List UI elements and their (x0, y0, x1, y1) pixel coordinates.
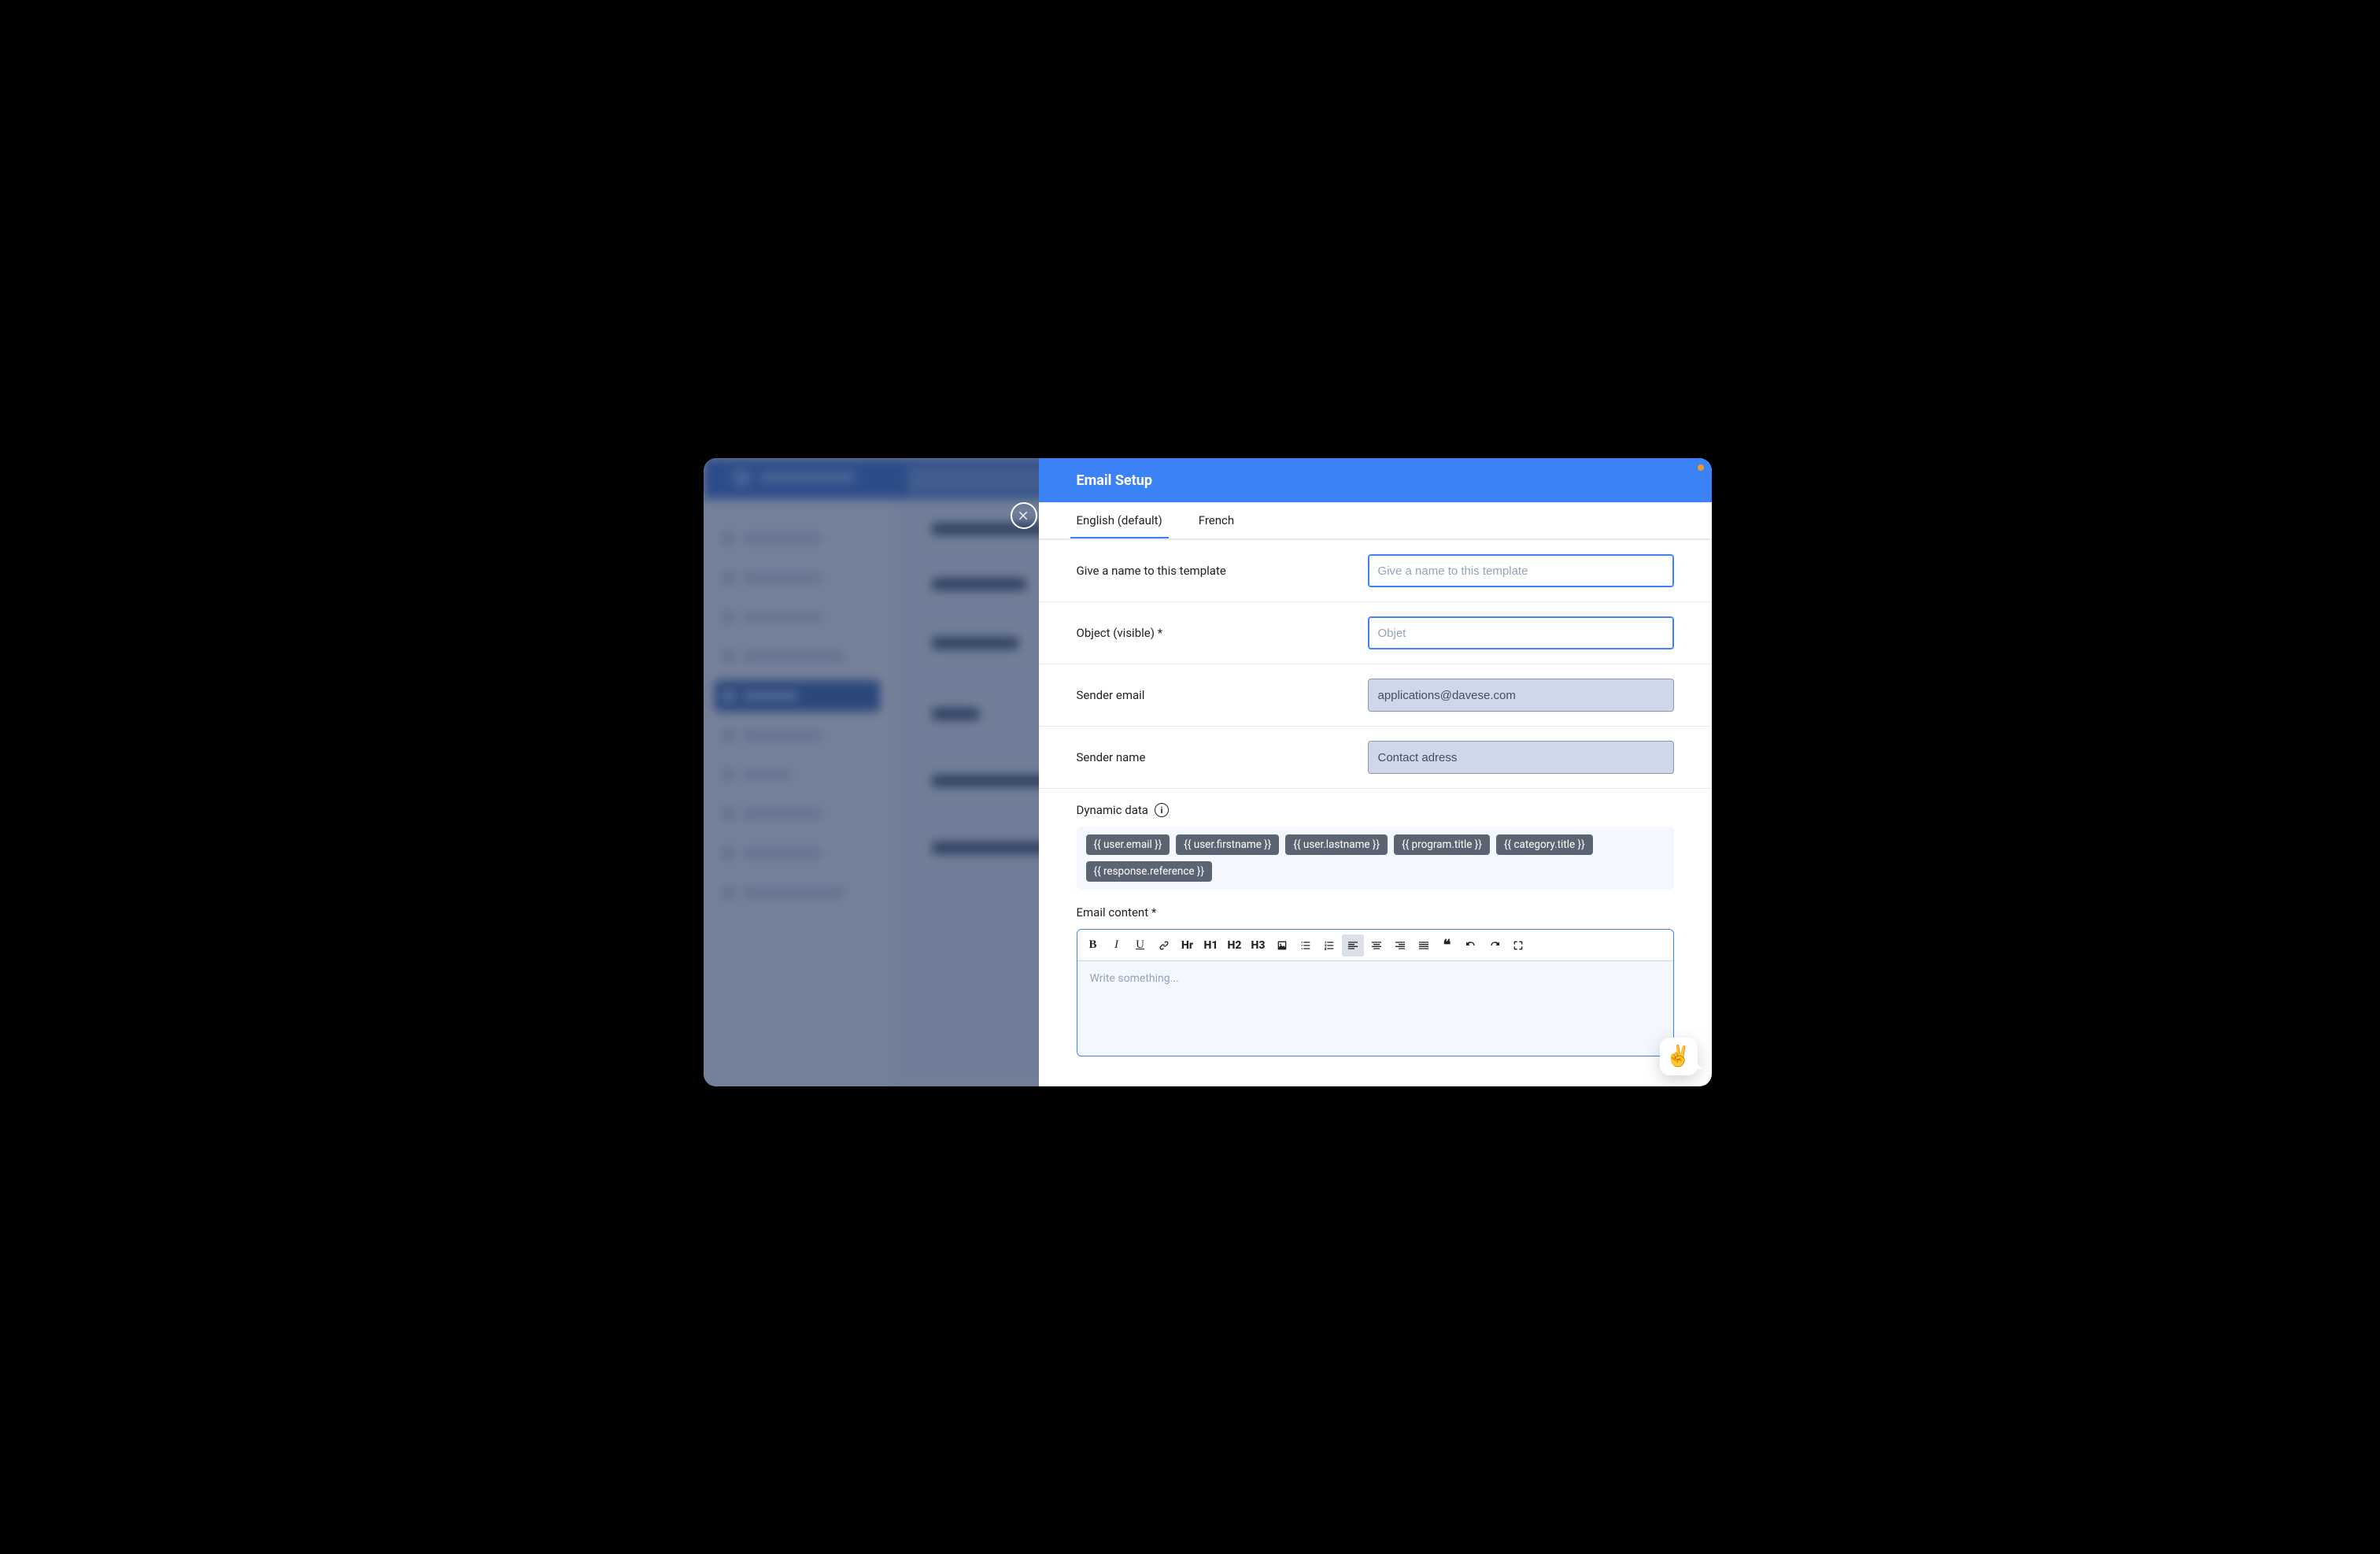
chip-program-title[interactable]: {{ program.title }} (1394, 834, 1490, 855)
fullscreen-button[interactable] (1507, 934, 1529, 956)
tab-english[interactable]: English (default) (1070, 502, 1169, 538)
chip-response-reference[interactable]: {{ response.reference }} (1086, 861, 1213, 882)
email-content-title: Email content * (1077, 905, 1157, 919)
quote-button[interactable]: ❝ (1436, 934, 1458, 956)
list-ul-icon (1299, 939, 1312, 952)
redo-icon (1488, 939, 1501, 952)
align-center-icon (1370, 939, 1383, 952)
info-icon[interactable]: i (1155, 803, 1169, 817)
align-center-button[interactable] (1366, 934, 1388, 956)
list-ol-icon (1323, 939, 1336, 952)
bold-button[interactable]: B (1082, 934, 1104, 956)
italic-button[interactable]: I (1106, 934, 1128, 956)
hr-button[interactable]: Hr (1177, 934, 1199, 956)
align-left-icon (1347, 939, 1359, 952)
label-template-name: Give a name to this template (1077, 564, 1352, 578)
h2-button[interactable]: H2 (1224, 934, 1246, 956)
tab-french[interactable]: French (1192, 502, 1240, 538)
rich-text-editor: B I U Hr H1 H2 H3 (1077, 929, 1674, 1056)
align-right-icon (1394, 939, 1406, 952)
chip-category-title[interactable]: {{ category.title }} (1496, 834, 1593, 855)
h1-button[interactable]: H1 (1200, 934, 1222, 956)
label-object: Object (visible) * (1077, 626, 1352, 640)
label-sender-name: Sender name (1077, 750, 1352, 764)
dynamic-data-section: Dynamic data i {{ user.email }} {{ user.… (1039, 789, 1712, 905)
input-sender-name (1368, 741, 1674, 774)
help-fab[interactable]: ✌️ (1660, 1038, 1698, 1075)
label-sender-email: Sender email (1077, 688, 1352, 702)
input-object[interactable] (1368, 616, 1674, 649)
email-content-section: Email content * B I U Hr H1 H2 H3 (1039, 905, 1712, 1072)
input-sender-email (1368, 679, 1674, 712)
email-setup-panel: Email Setup English (default) French Giv… (1039, 458, 1712, 1086)
dynamic-data-title: Dynamic data (1077, 803, 1148, 817)
align-justify-button[interactable] (1413, 934, 1435, 956)
victory-hand-icon: ✌️ (1665, 1045, 1691, 1068)
expand-icon (1512, 939, 1524, 952)
redo-button[interactable] (1484, 934, 1506, 956)
editor-toolbar: B I U Hr H1 H2 H3 (1077, 930, 1673, 961)
input-template-name[interactable] (1368, 554, 1674, 587)
dynamic-chip-area: {{ user.email }} {{ user.firstname }} {{… (1077, 827, 1674, 890)
chip-user-lastname[interactable]: {{ user.lastname }} (1285, 834, 1388, 855)
underline-button[interactable]: U (1129, 934, 1151, 956)
language-tabs: English (default) French (1039, 502, 1712, 539)
align-left-button[interactable] (1342, 934, 1364, 956)
chip-user-firstname[interactable]: {{ user.firstname }} (1176, 834, 1279, 855)
image-icon (1276, 939, 1288, 952)
undo-button[interactable] (1460, 934, 1482, 956)
stage: Email Setup English (default) French Giv… (661, 431, 1720, 1123)
h3-button[interactable]: H3 (1247, 934, 1269, 956)
link-icon (1158, 939, 1170, 952)
app-window: Email Setup English (default) French Giv… (704, 458, 1712, 1086)
chip-user-email[interactable]: {{ user.email }} (1086, 834, 1170, 855)
align-justify-icon (1417, 939, 1430, 952)
notification-dot (1698, 464, 1704, 471)
close-icon (1018, 509, 1030, 522)
ol-button[interactable] (1318, 934, 1340, 956)
close-button[interactable] (1011, 502, 1037, 529)
editor-body[interactable]: Write something... (1077, 961, 1673, 1056)
undo-icon (1465, 939, 1477, 952)
align-right-button[interactable] (1389, 934, 1411, 956)
link-button[interactable] (1153, 934, 1175, 956)
ul-button[interactable] (1295, 934, 1317, 956)
image-button[interactable] (1271, 934, 1293, 956)
panel-title: Email Setup (1039, 458, 1712, 502)
